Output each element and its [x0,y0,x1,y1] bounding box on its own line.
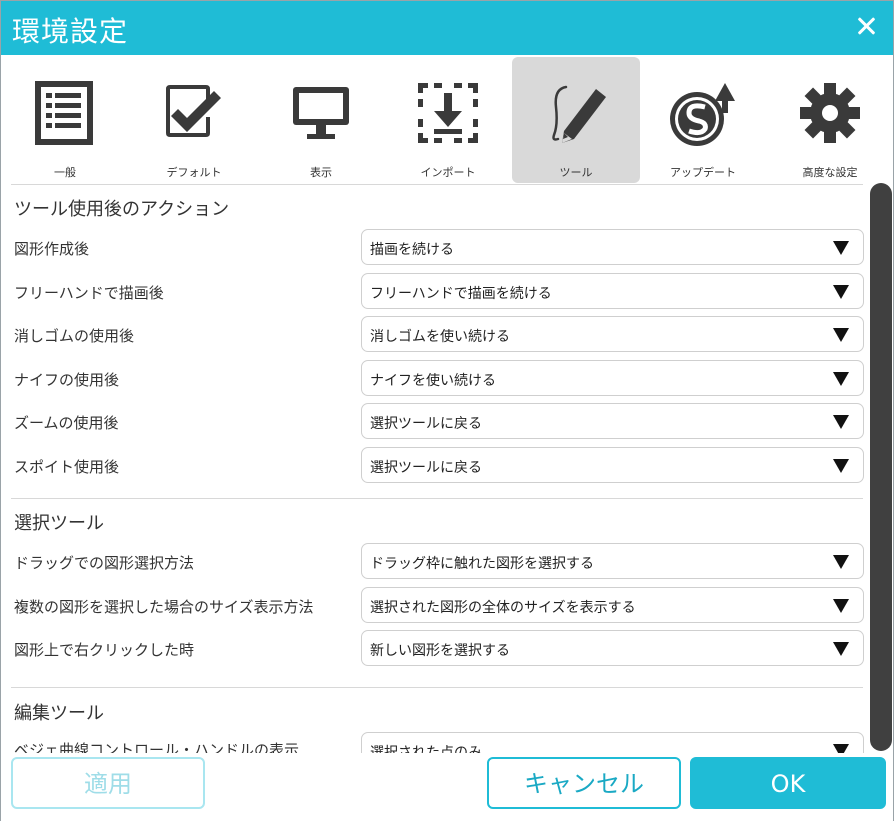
apply-button[interactable]: 適用 [11,757,205,809]
dropdown-arrow-icon [833,372,849,386]
section-title: 選択ツール [14,513,104,534]
select-value: 選択された点のみ [370,745,482,753]
tab-label: デフォルト [166,166,222,179]
after-zoom-select[interactable]: 選択ツールに戻る [361,403,864,439]
setting-label: 図形作成後 [14,240,90,258]
update-icon [670,83,735,146]
select-value: 新しい図形を選択する [370,643,510,659]
scrollbar-thumb[interactable] [870,183,892,751]
dropdown-arrow-icon [833,328,849,342]
multi-select-size-display-select[interactable]: 選択された図形の全体のサイズを表示する [361,587,864,623]
tab-label: 高度な設定 [802,166,858,179]
dropdown-arrow-icon [833,415,849,429]
dropdown-arrow-icon [833,285,849,299]
setting-label: ズームの使用後 [14,414,119,432]
close-icon[interactable] [853,13,879,39]
cancel-button[interactable]: キャンセル [487,757,681,809]
preferences-dialog: 環境設定 一般 デフォルト 表示 インポート ツール アップデート 高度な設定 … [0,0,894,821]
after-eraser-select[interactable]: 消しゴムを使い続ける [361,316,864,352]
setting-label: ベジェ曲線コントロール・ハンドルの表示 [14,741,300,753]
tab-label: 表示 [310,166,332,179]
divider [11,498,863,499]
settings-panel: ツール使用後のアクション 図形作成後 描画を続ける フリーハンドで描画後 フリー… [1,187,867,753]
dropdown-arrow-icon [833,555,849,569]
tab-update[interactable]: アップデート [639,57,767,183]
tab-label: 一般 [54,166,76,179]
import-icon [418,83,478,143]
divider [11,687,863,688]
setting-label: 図形上で右クリックした時 [14,641,195,659]
tab-tools[interactable]: ツール [512,57,640,183]
dropdown-arrow-icon [833,241,849,255]
dialog-title: 環境設定 [12,15,129,48]
dropdown-arrow-icon [833,642,849,656]
dialog-footer: 適用 キャンセル OK [1,753,893,821]
dropdown-arrow-icon [833,599,849,613]
select-value: 消しゴムを使い続ける [370,329,510,345]
tab-import[interactable]: インポート [384,57,512,183]
drag-select-method-select[interactable]: ドラッグ枠に触れた図形を選択する [361,543,864,579]
setting-label: フリーハンドで描画後 [14,284,164,302]
tab-bar: 一般 デフォルト 表示 インポート ツール アップデート 高度な設定 [1,55,893,185]
right-click-on-shape-select[interactable]: 新しい図形を選択する [361,630,864,666]
bezier-handle-display-select[interactable]: 選択された点のみ [361,732,864,753]
monitor-icon [293,87,349,139]
after-eyedropper-select[interactable]: 選択ツールに戻る [361,447,864,483]
tab-advanced[interactable]: 高度な設定 [766,57,894,183]
tab-label: アップデート [670,166,736,179]
pen-icon [552,85,606,143]
after-knife-select[interactable]: ナイフを使い続ける [361,360,864,396]
section-title: ツール使用後のアクション [14,199,230,220]
dropdown-arrow-icon [833,744,849,753]
tab-general[interactable]: 一般 [1,57,129,183]
after-freehand-select[interactable]: フリーハンドで描画を続ける [361,273,864,309]
setting-label: スポイト使用後 [14,458,120,476]
tab-label: インポート [420,166,476,179]
tab-display[interactable]: 表示 [257,57,385,183]
gear-icon [800,83,860,143]
select-value: 描画を続ける [370,242,454,258]
after-shape-create-select[interactable]: 描画を続ける [361,229,864,265]
dropdown-arrow-icon [833,459,849,473]
checkbox-icon [166,85,221,137]
divider [11,184,863,185]
select-value: ナイフを使い続ける [370,373,496,389]
select-value: 選択された図形の全体のサイズを表示する [370,600,636,616]
list-document-icon [35,81,93,145]
select-value: ドラッグ枠に触れた図形を選択する [370,556,594,572]
setting-label: ナイフの使用後 [14,371,120,389]
setting-label: ドラッグでの図形選択方法 [14,554,195,572]
select-value: フリーハンドで描画を続ける [370,286,552,302]
select-value: 選択ツールに戻る [370,460,482,476]
select-value: 選択ツールに戻る [370,416,482,432]
title-bar: 環境設定 [1,1,893,55]
tab-label: ツール [559,166,593,179]
setting-label: 消しゴムの使用後 [14,327,135,345]
ok-button[interactable]: OK [690,757,886,809]
section-title: 編集ツール [14,703,104,724]
setting-label: 複数の図形を選択した場合のサイズ表示方法 [14,598,314,616]
tab-default[interactable]: デフォルト [130,57,258,183]
